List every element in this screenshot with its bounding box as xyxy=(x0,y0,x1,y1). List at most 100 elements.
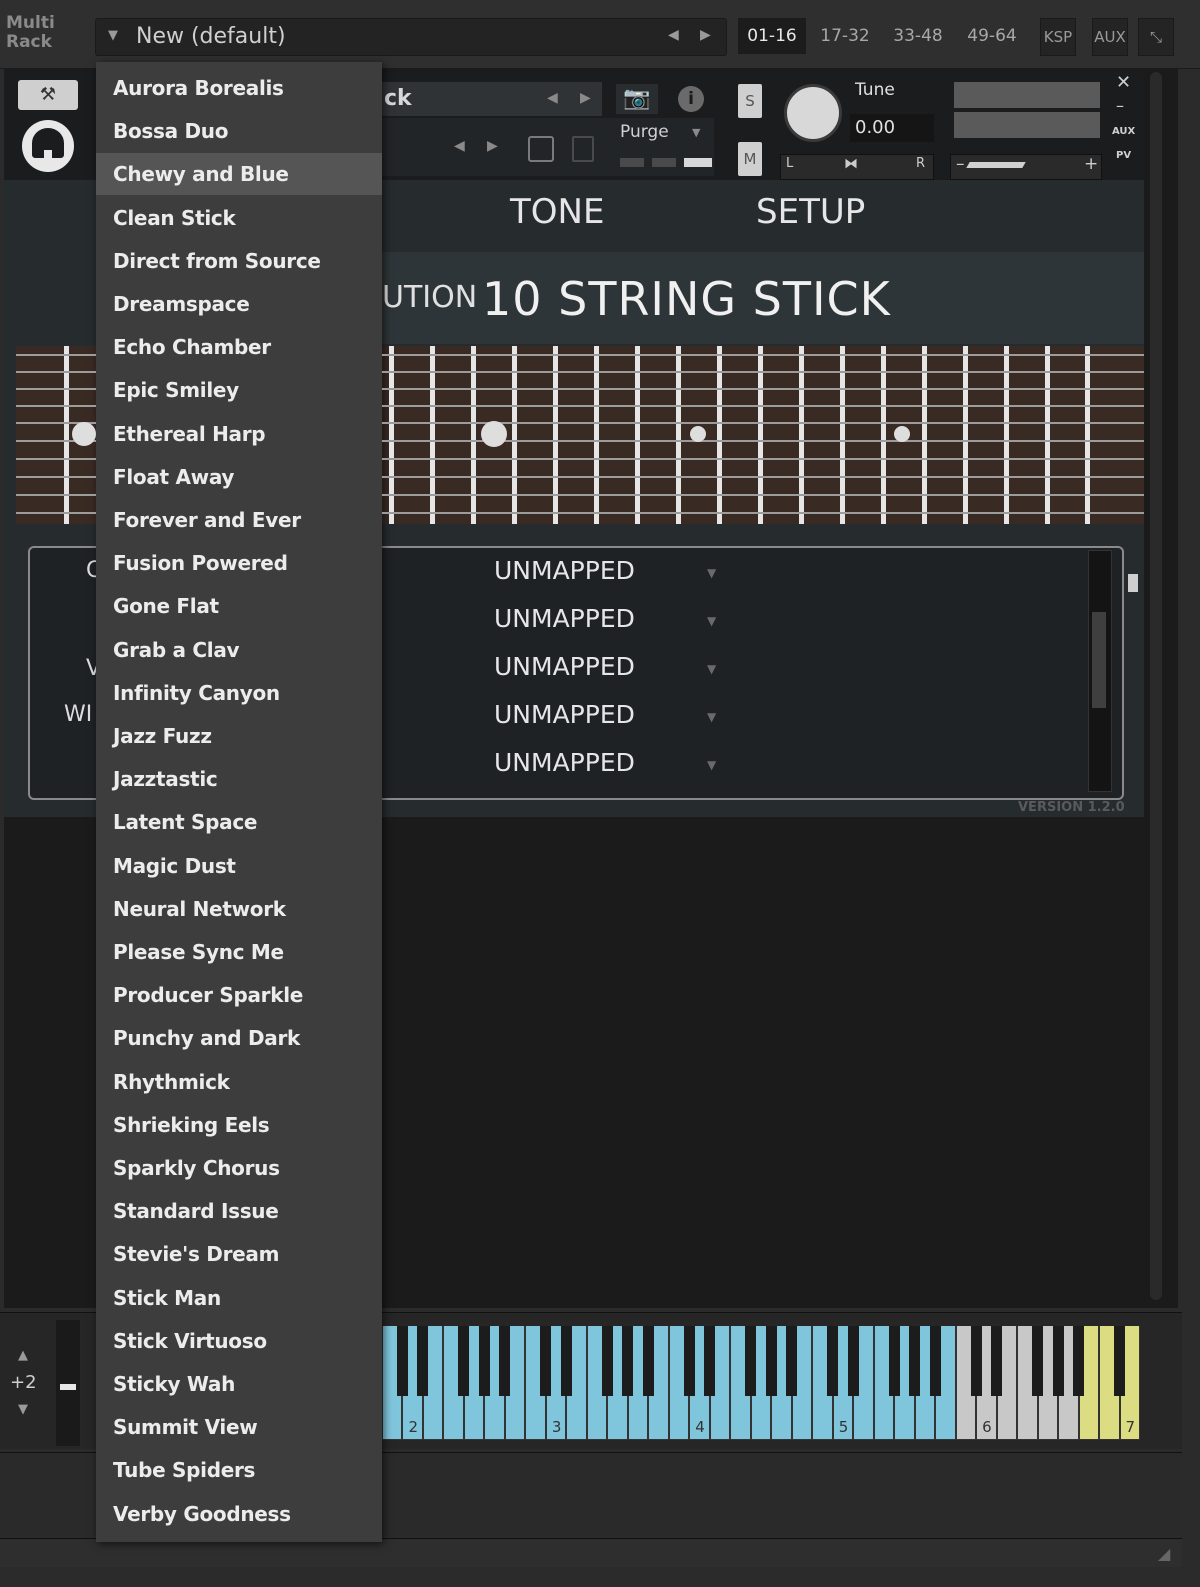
preset-menu-item[interactable]: Ethereal Harp xyxy=(96,413,382,455)
mute-button[interactable]: M xyxy=(738,142,762,176)
preset-menu-item[interactable]: Shrieking Eels xyxy=(96,1104,382,1146)
preset-menu-item[interactable]: Latent Space xyxy=(96,801,382,843)
purge-menu[interactable]: Purge xyxy=(620,122,669,142)
range-tab-33-48[interactable]: 33-48 xyxy=(884,18,952,54)
preset-menu-item[interactable]: Sticky Wah xyxy=(96,1363,382,1405)
black-key[interactable] xyxy=(847,1326,859,1396)
preset-menu-item[interactable]: Echo Chamber xyxy=(96,326,382,368)
collapse-arrows-icon[interactable]: ⤡ xyxy=(1138,18,1174,56)
mapping-slot-1[interactable]: UNMAPPED xyxy=(494,556,635,585)
camera-icon[interactable]: 📷 xyxy=(616,84,658,114)
close-icon[interactable]: ✕ xyxy=(1116,72,1131,93)
previous-preset-icon[interactable]: ◀ xyxy=(668,27,679,43)
preset-menu-item[interactable]: Summit View xyxy=(96,1406,382,1448)
range-tab-01-16[interactable]: 01-16 xyxy=(738,18,806,54)
tab-setup[interactable]: SETUP xyxy=(756,192,865,232)
aux-button[interactable]: AUX xyxy=(1092,18,1128,56)
trash-icon[interactable] xyxy=(1128,574,1138,592)
preset-menu-item[interactable]: Epic Smiley xyxy=(96,369,382,411)
black-key[interactable] xyxy=(704,1326,716,1396)
black-key[interactable] xyxy=(827,1326,839,1396)
preset-menu-item[interactable]: Clean Stick xyxy=(96,197,382,239)
rack-scrollbar[interactable] xyxy=(1150,72,1162,1300)
wrench-icon[interactable]: ⚒ xyxy=(18,80,78,110)
black-key[interactable] xyxy=(1052,1326,1064,1396)
ksp-button[interactable]: KSP xyxy=(1040,18,1076,56)
preset-menu-item[interactable]: Fusion Powered xyxy=(96,542,382,584)
dropdown-arrow-icon[interactable]: ▼ xyxy=(707,710,716,724)
minimize-icon[interactable]: – xyxy=(1116,96,1124,115)
black-key[interactable] xyxy=(929,1326,941,1396)
next-snapshot-icon[interactable]: ▶ xyxy=(487,138,498,154)
preset-menu-item[interactable]: Chewy and Blue xyxy=(96,153,382,196)
range-tab-17-32[interactable]: 17-32 xyxy=(812,18,878,54)
previous-snapshot-icon[interactable]: ◀ xyxy=(454,138,465,154)
next-instrument-icon[interactable]: ▶ xyxy=(580,90,591,106)
mapping-slot-5[interactable]: UNMAPPED xyxy=(494,748,635,777)
tune-knob[interactable] xyxy=(784,84,842,142)
preset-menu-item[interactable]: Sparkly Chorus xyxy=(96,1147,382,1189)
black-key[interactable] xyxy=(642,1326,654,1396)
mod-wheel[interactable] xyxy=(56,1320,80,1446)
preset-menu-item[interactable]: Forever and Ever xyxy=(96,499,382,541)
dropdown-arrow-icon[interactable]: ▼ xyxy=(707,614,716,628)
preset-menu-item[interactable]: Grab a Clav xyxy=(96,629,382,671)
black-key[interactable] xyxy=(909,1326,921,1396)
black-key[interactable] xyxy=(560,1326,572,1396)
preset-menu-item[interactable]: Stick Man xyxy=(96,1277,382,1319)
next-preset-icon[interactable]: ▶ xyxy=(700,27,711,43)
multi-preset-dropdown[interactable]: ▼ New (default) ◀ ▶ xyxy=(95,18,727,56)
black-key[interactable] xyxy=(417,1326,429,1396)
preset-menu-item[interactable]: Aurora Borealis xyxy=(96,67,382,109)
dropdown-arrow-icon[interactable]: ▼ xyxy=(707,758,716,772)
tab-tone[interactable]: TONE xyxy=(510,192,604,232)
black-key[interactable] xyxy=(1073,1326,1085,1396)
preset-menu-item[interactable]: Please Sync Me xyxy=(96,931,382,973)
mapping-slot-4[interactable]: UNMAPPED xyxy=(494,700,635,729)
preset-menu-item[interactable]: Tube Spiders xyxy=(96,1449,382,1491)
black-key[interactable] xyxy=(765,1326,777,1396)
preset-menu-item[interactable]: Bossa Duo xyxy=(96,110,382,152)
preset-menu-item[interactable]: Direct from Source xyxy=(96,240,382,282)
info-icon[interactable]: i xyxy=(678,86,704,112)
mapping-slot-3[interactable]: UNMAPPED xyxy=(494,652,635,681)
mapping-slot-2[interactable]: UNMAPPED xyxy=(494,604,635,633)
black-key[interactable] xyxy=(1114,1326,1125,1396)
black-key[interactable] xyxy=(396,1326,408,1396)
preset-menu-item[interactable]: Stick Virtuoso xyxy=(96,1320,382,1362)
preset-menu-item[interactable]: Stevie's Dream xyxy=(96,1233,382,1275)
dropdown-arrow-icon[interactable]: ▼ xyxy=(707,662,716,676)
black-key[interactable] xyxy=(888,1326,900,1396)
range-tab-49-64[interactable]: 49-64 xyxy=(958,18,1026,54)
black-key[interactable] xyxy=(745,1326,757,1396)
preset-menu-item[interactable]: Infinity Canyon xyxy=(96,672,382,714)
preset-menu-item[interactable]: Punchy and Dark xyxy=(96,1017,382,1059)
black-key[interactable] xyxy=(478,1326,490,1396)
preset-menu-item[interactable]: Jazztastic xyxy=(96,758,382,800)
aux-sends-button[interactable]: AUX xyxy=(1112,126,1135,137)
purge-arrow-icon[interactable]: ▼ xyxy=(692,126,700,139)
pv-button[interactable]: PV xyxy=(1116,150,1131,161)
preset-menu-item[interactable]: Dreamspace xyxy=(96,283,382,325)
preset-menu-item[interactable]: Jazz Fuzz xyxy=(96,715,382,757)
instrument-name-field[interactable] xyxy=(382,82,602,116)
black-key[interactable] xyxy=(458,1326,470,1396)
black-key[interactable] xyxy=(499,1326,511,1396)
black-key[interactable] xyxy=(540,1326,552,1396)
black-key[interactable] xyxy=(622,1326,634,1396)
resize-grip-icon[interactable]: ◢ xyxy=(1158,1544,1170,1563)
black-key[interactable] xyxy=(683,1326,695,1396)
solo-button[interactable]: S xyxy=(738,84,762,118)
piano-keyboard[interactable]: 2 3 4 5 6 7 xyxy=(382,1326,1140,1442)
delete-snapshot-icon[interactable] xyxy=(572,136,594,162)
preset-menu-item[interactable]: Neural Network xyxy=(96,888,382,930)
preset-menu-item[interactable]: Rhythmick xyxy=(96,1061,382,1103)
previous-instrument-icon[interactable]: ◀ xyxy=(547,90,558,106)
multi-rack-label[interactable]: Multi Rack xyxy=(6,14,55,52)
black-key[interactable] xyxy=(786,1326,798,1396)
black-key[interactable] xyxy=(601,1326,613,1396)
preset-menu-item[interactable]: Gone Flat xyxy=(96,585,382,627)
preset-menu-item[interactable]: Verby Goodness xyxy=(96,1493,382,1535)
preset-menu-item[interactable]: Magic Dust xyxy=(96,845,382,887)
preset-menu-item[interactable]: Producer Sparkle xyxy=(96,974,382,1016)
